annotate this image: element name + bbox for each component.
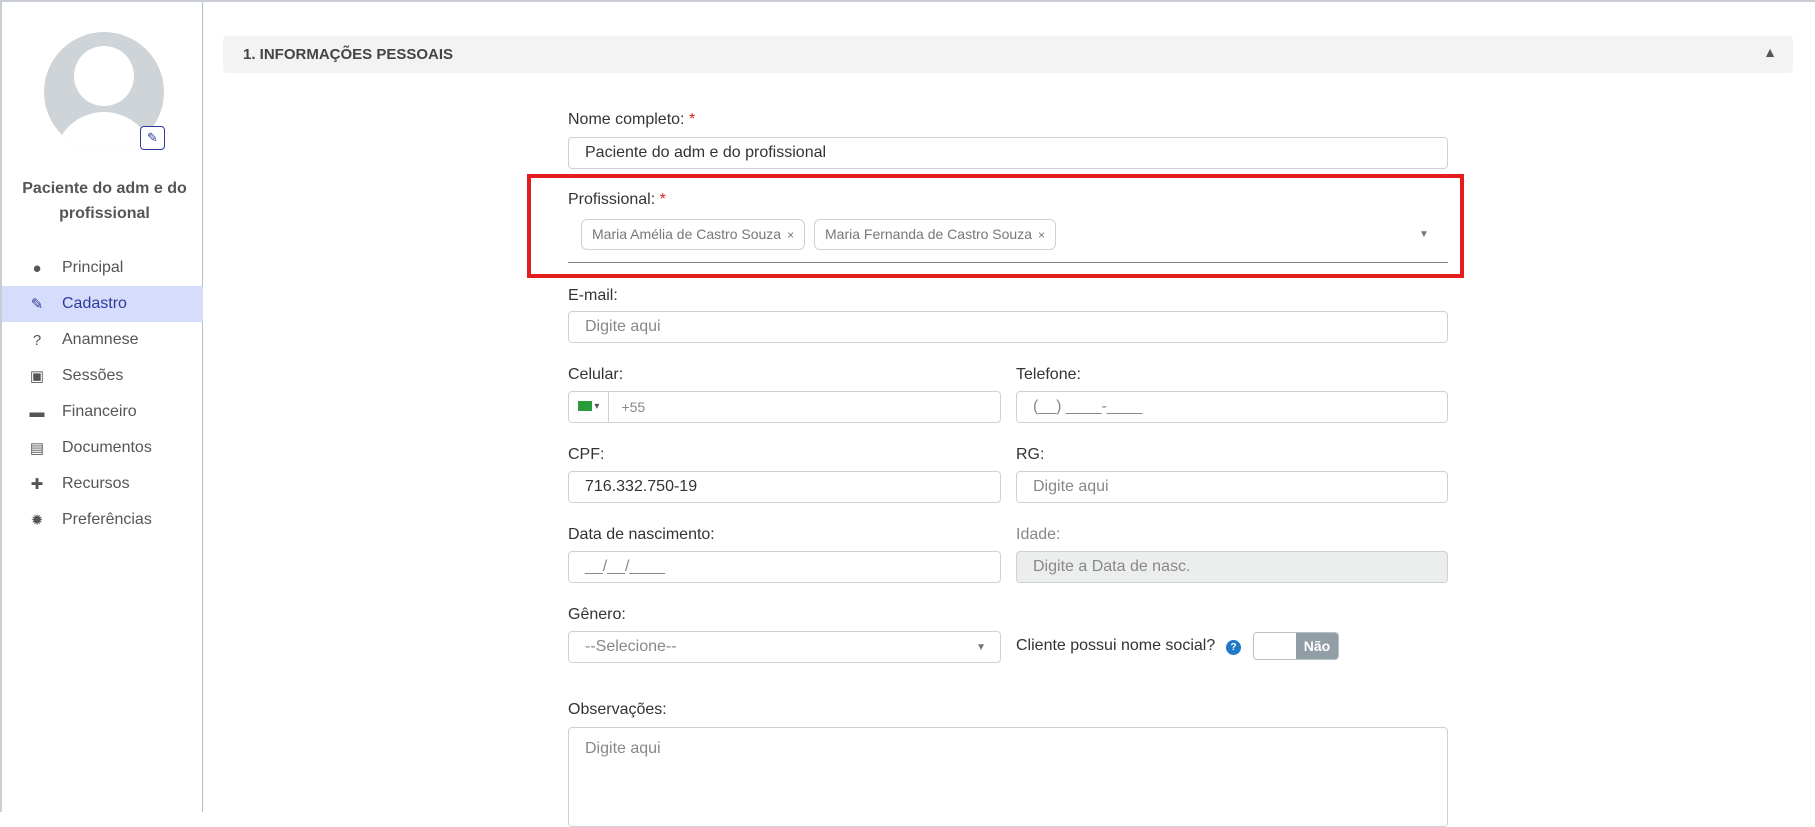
sidebar-item-cadastro[interactable]: ✎ Cadastro [2, 286, 203, 322]
nascimento-input[interactable]: __/__/____ [568, 551, 1001, 583]
idade-label: Idade: [1016, 526, 1061, 543]
remove-chip-icon[interactable]: × [787, 228, 794, 242]
edit-icon: ✎ [30, 296, 44, 313]
help-icon[interactable]: ? [1226, 640, 1241, 655]
profissional-dropdown-icon[interactable]: ▼ [1419, 229, 1429, 240]
nome-social-toggle[interactable]: Não [1253, 632, 1339, 660]
section-header-personal-info[interactable]: 1. INFORMAÇÕES PESSOAIS ▲ [223, 36, 1793, 73]
sidebar-item-label: Documentos [62, 439, 152, 456]
remove-chip-icon[interactable]: × [1038, 228, 1045, 242]
telefone-input[interactable]: (__) ____-____ [1016, 391, 1448, 423]
nome-input[interactable]: Paciente do adm e do profissional [568, 137, 1448, 169]
observacoes-textarea[interactable]: Digite aqui [568, 727, 1448, 827]
sidebar-item-anamnese[interactable]: ? Anamnese [2, 322, 203, 358]
rg-label: RG: [1016, 446, 1045, 463]
email-label: E-mail: [568, 287, 618, 304]
money-icon: ▬ [29, 403, 45, 421]
nome-social-label: Cliente possui nome social? [1016, 637, 1216, 654]
genero-select[interactable]: --Selecione-- ▼ [568, 631, 1001, 663]
cpf-label: CPF: [568, 446, 605, 463]
rg-input[interactable]: Digite aqui [1016, 471, 1448, 503]
telefone-label: Telefone: [1016, 366, 1081, 383]
sidebar-item-label: Cadastro [62, 295, 127, 312]
sidebar-item-label: Recursos [62, 475, 130, 492]
sidebar-menu: ● Principal ✎ Cadastro ? Anamnese ▣ Sessões … [2, 250, 203, 538]
sidebar-item-preferencias[interactable]: ✹ Preferências [2, 502, 203, 538]
sidebar-item-principal[interactable]: ● Principal [2, 250, 203, 286]
user-icon: ● [32, 259, 42, 277]
sidebar-item-documentos[interactable]: ▤ Documentos [2, 430, 203, 466]
file-icon: ▤ [29, 440, 45, 457]
chevron-down-icon: ▼ [976, 642, 986, 653]
toggle-state: Não [1296, 633, 1338, 659]
sidebar-item-label: Sessões [62, 367, 124, 384]
nascimento-label: Data de nascimento: [568, 526, 715, 543]
edit-avatar-button[interactable]: ✎ [140, 126, 165, 150]
cpf-input[interactable]: 716.332.750-19 [568, 471, 1001, 503]
profissional-select-underline[interactable] [568, 262, 1448, 263]
medkit-icon: ▣ [29, 368, 45, 385]
sidebar-item-label: Preferências [62, 511, 152, 528]
email-input[interactable]: Digite aqui [568, 311, 1448, 343]
section-title: 1. INFORMAÇÕES PESSOAIS [243, 46, 454, 63]
profissional-chip: Maria Amélia de Castro Souza × [581, 219, 806, 250]
gear-icon: ✹ [30, 512, 44, 529]
celular-input[interactable]: ▾ +55 [568, 391, 1001, 423]
question-circle-icon: ? [32, 331, 42, 349]
sidebar-item-label: Financeiro [62, 403, 137, 420]
collapse-caret-icon[interactable]: ▲ [1763, 44, 1777, 60]
idade-input: Digite a Data de nasc. [1016, 551, 1448, 583]
profissional-chip: Maria Fernanda de Castro Souza × [814, 219, 1057, 250]
sidebar-item-sessoes[interactable]: ▣ Sessões [2, 358, 203, 394]
puzzle-icon: ✚ [30, 476, 44, 493]
profissional-label: Profissional: * [568, 191, 666, 208]
genero-label: Gênero: [568, 606, 626, 623]
sidebar-item-label: Anamnese [62, 331, 139, 348]
nome-label: Nome completo: * [568, 111, 696, 128]
celular-label: Celular: [568, 366, 624, 383]
brazil-flag-icon [577, 401, 592, 412]
sidebar-item-label: Principal [62, 259, 124, 276]
top-border [0, 0, 1815, 2]
sidebar: ✎ Paciente do adm e do profissional ● Pri… [0, 2, 203, 812]
brazil-flag-dropdown[interactable]: ▾ [569, 392, 609, 422]
observacoes-label: Observações: [568, 701, 667, 718]
patient-name: Paciente do adm e do profissional [22, 180, 187, 222]
sidebar-item-financeiro[interactable]: ▬ Financeiro [2, 394, 203, 430]
sidebar-item-recursos[interactable]: ✚ Recursos [2, 466, 203, 502]
pencil-icon: ✎ [147, 130, 158, 145]
